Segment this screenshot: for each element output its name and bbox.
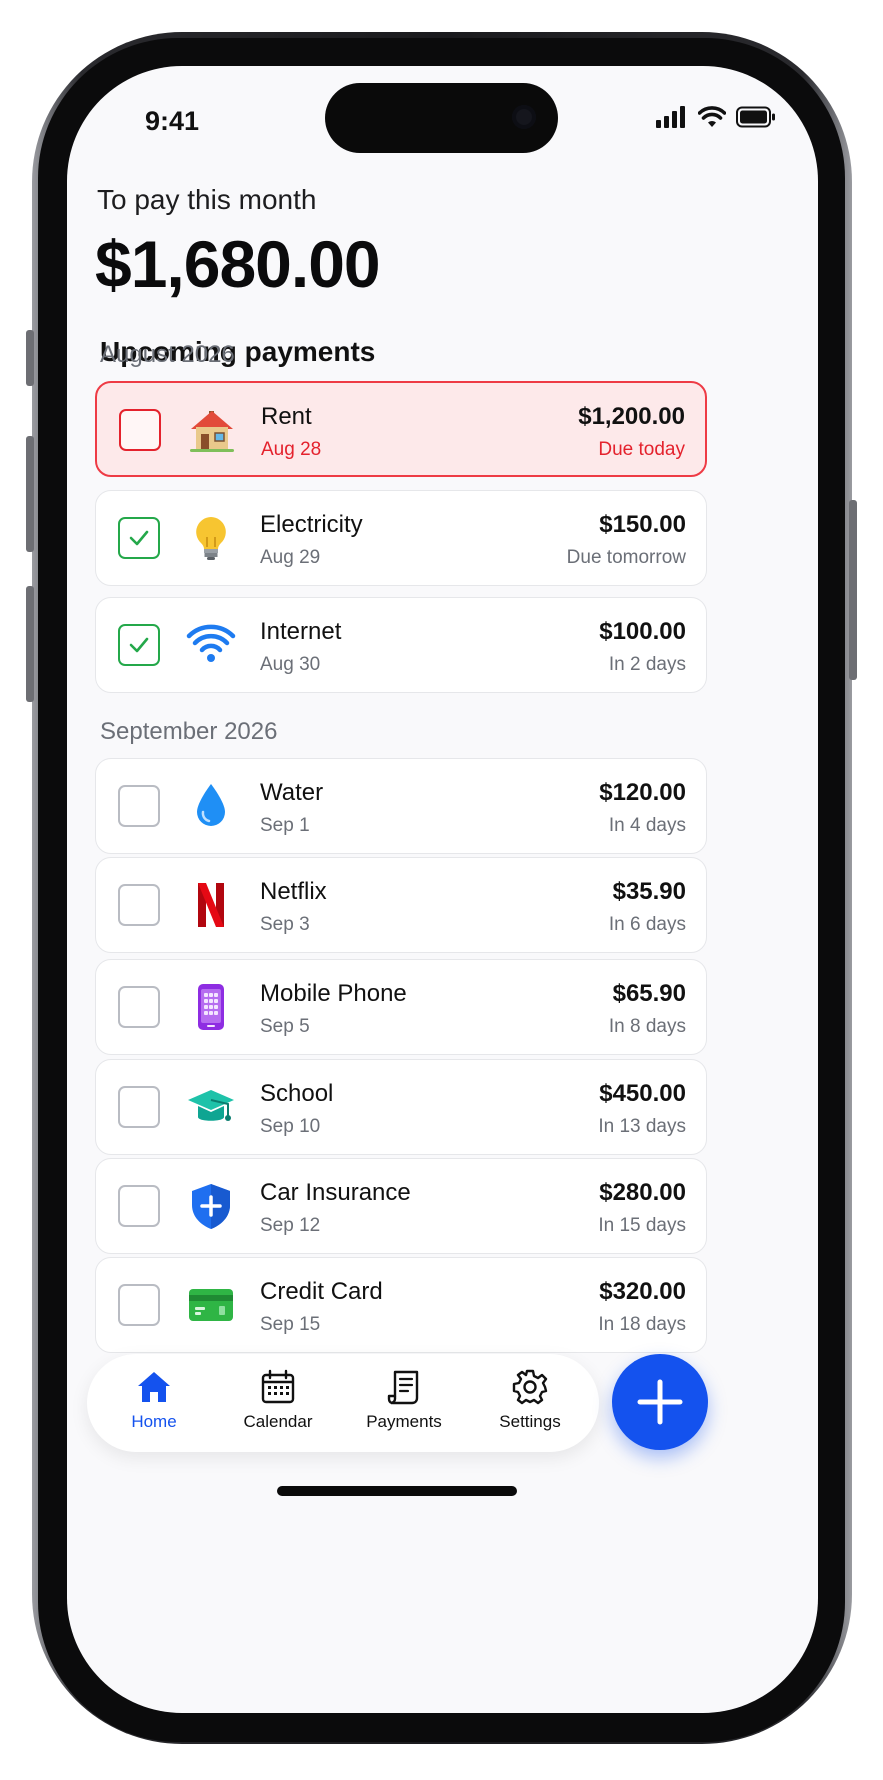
checkbox[interactable] [118,884,160,926]
checkbox[interactable] [119,409,161,451]
payment-due-status: Due tomorrow [566,547,686,568]
payment-date: Sep 5 [260,1016,310,1037]
payment-amount: $320.00 [599,1278,686,1305]
lightbulb-icon [196,517,226,560]
payment-date: Sep 12 [260,1215,321,1236]
payment-card-netflix[interactable]: Netflix Sep 3 $35.90 In 6 days [95,857,707,953]
gear-icon [512,1369,548,1405]
payment-amount: $65.90 [612,980,686,1007]
tab-label: Calendar [243,1412,313,1431]
action-button [26,330,34,386]
payment-name: Rent [261,403,312,430]
payment-name: Electricity [260,511,363,538]
credit-card-icon [189,1289,233,1321]
checkbox-checked[interactable] [118,517,160,559]
checkbox[interactable] [118,1185,160,1227]
payment-due-status: In 8 days [608,1016,686,1037]
app-screen: 9:41 To pay this month $1,680.00 Upcomin… [67,66,818,1713]
status-time: 9:41 [145,106,200,136]
payment-card-electricity[interactable]: Electricity Aug 29 $150.00 Due tomorrow [95,490,707,586]
payment-amount: $100.00 [599,618,686,645]
add-payment-button[interactable] [612,1354,708,1450]
bottom-tab-bar: Home Calendar Payments Settings [87,1354,599,1452]
graduation-cap-icon [188,1090,234,1121]
checkbox[interactable] [118,785,160,827]
plus-icon [637,1379,683,1425]
payment-card-credit-card[interactable]: Credit Card Sep 15 $320.00 In 18 days [95,1257,707,1353]
payment-due-status: Due today [598,439,685,460]
payment-date: Aug 29 [260,547,321,568]
wifi-status-icon [698,106,726,127]
payment-date: Sep 1 [260,815,310,836]
house-icon [190,411,234,452]
mobile-phone-icon [198,984,224,1030]
payment-card-rent[interactable]: Rent Aug 28 $1,200.00 Due today [95,381,707,477]
volume-up-button [26,436,34,552]
checkbox-checked[interactable] [118,624,160,666]
payment-name: Water [260,779,324,806]
battery-icon [736,106,775,128]
shield-icon [192,1184,230,1229]
summary-amount: $1,680.00 [95,227,381,301]
front-camera [512,105,536,129]
payment-name: Mobile Phone [260,980,407,1007]
tab-label: Payments [366,1412,442,1431]
home-indicator[interactable] [277,1486,517,1496]
receipt-icon [387,1370,419,1405]
payment-amount: $280.00 [599,1179,686,1206]
summary-label: To pay this month [97,184,317,215]
checkmark-icon [129,637,149,653]
payment-due-status: In 4 days [608,815,686,836]
checkbox[interactable] [118,1284,160,1326]
wifi-icon [186,624,236,662]
payment-date: Aug 28 [261,439,322,460]
checkbox[interactable] [118,986,160,1028]
tab-label: Home [131,1412,177,1431]
payment-name: Internet [260,618,342,645]
dynamic-island [325,83,558,153]
status-icons [656,106,776,128]
payment-card-water[interactable]: Water Sep 1 $120.00 In 4 days [95,758,707,854]
tab-home[interactable]: Home [99,1368,209,1444]
payment-card-internet[interactable]: Internet Aug 30 $100.00 In 2 days [95,597,707,693]
payment-amount: $120.00 [599,779,686,806]
payment-date: Sep 15 [260,1314,321,1335]
payment-amount: $35.90 [612,878,686,905]
payment-name: Car Insurance [260,1179,411,1206]
payment-name: School [260,1080,334,1107]
payment-date: Sep 10 [260,1116,321,1137]
water-drop-icon [197,784,225,826]
payment-due-status: In 15 days [598,1215,686,1236]
payment-date: Sep 3 [260,914,310,935]
payment-due-status: In 13 days [598,1116,686,1137]
volume-down-button [26,586,34,702]
payment-card-mobile-phone[interactable]: Mobile Phone Sep 5 $65.90 In 8 days [95,959,707,1055]
payment-date: Aug 30 [260,654,321,675]
checkbox[interactable] [118,1086,160,1128]
payment-name: Credit Card [260,1278,383,1305]
home-icon [138,1372,170,1402]
month-header-september: September 2026 [100,718,278,745]
payment-due-status: In 6 days [608,914,686,935]
calendar-icon [261,1369,295,1404]
netflix-icon [198,883,224,927]
payment-amount: $150.00 [599,511,686,538]
payment-due-status: In 18 days [598,1314,686,1335]
payment-card-school[interactable]: School Sep 10 $450.00 In 13 days [95,1059,707,1155]
month-header-august: August 2026 [100,341,235,368]
tab-label: Settings [499,1412,561,1431]
cellular-signal-icon [656,106,685,128]
payment-amount: $450.00 [599,1080,686,1107]
checkmark-icon [129,530,149,546]
power-button [849,500,857,680]
payment-amount: $1,200.00 [578,403,685,430]
payment-due-status: In 2 days [608,654,686,675]
tab-settings[interactable]: Settings [475,1368,585,1444]
payment-name: Netflix [260,878,327,905]
tab-payments[interactable]: Payments [349,1368,459,1444]
tab-calendar[interactable]: Calendar [223,1368,333,1444]
payment-card-car-insurance[interactable]: Car Insurance Sep 12 $280.00 In 15 days [95,1158,707,1254]
